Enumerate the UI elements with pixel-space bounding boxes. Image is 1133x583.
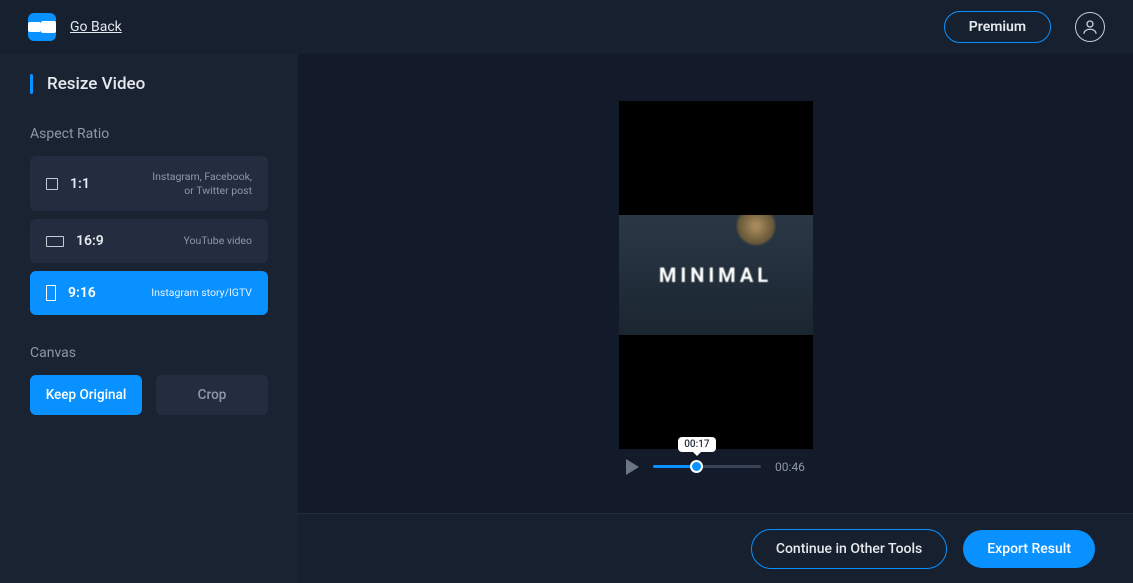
video-duration: 00:46: [775, 460, 805, 474]
video-content: MINIMAL: [619, 215, 813, 335]
main: Resize Video Aspect Ratio 1:1 Instagram,…: [0, 54, 1133, 583]
canvas-label: Canvas: [30, 345, 268, 361]
portrait-icon: [46, 285, 56, 301]
keep-original-button[interactable]: Keep Original: [30, 375, 142, 415]
ratio-desc: Instagram story/IGTV: [151, 286, 252, 300]
export-result-button[interactable]: Export Result: [963, 530, 1095, 568]
go-back-link[interactable]: Go Back: [70, 19, 122, 35]
topbar-right: Premium: [944, 11, 1105, 43]
slider-thumb[interactable]: [690, 460, 703, 473]
title-accent: [30, 74, 33, 94]
sidebar: Resize Video Aspect Ratio 1:1 Instagram,…: [0, 54, 298, 583]
ratio-label: 9:16: [68, 285, 96, 301]
app-logo-icon: [28, 13, 56, 41]
video-overlay-text: MINIMAL: [659, 263, 772, 287]
aspect-ratio-16-9[interactable]: 16:9 YouTube video: [30, 219, 268, 263]
premium-button[interactable]: Premium: [944, 11, 1051, 43]
square-icon: [46, 178, 58, 190]
continue-other-tools-button[interactable]: Continue in Other Tools: [751, 529, 947, 569]
video-stage: MINIMAL 00:17 00:46: [298, 54, 1133, 513]
page-title: Resize Video: [30, 74, 268, 94]
footer: Continue in Other Tools Export Result: [298, 513, 1133, 583]
ratio-desc: Instagram, Facebook, or Twitter post: [142, 170, 252, 197]
page-title-text: Resize Video: [47, 74, 145, 94]
topbar: Go Back Premium: [0, 0, 1133, 54]
widescreen-icon: [46, 236, 64, 247]
user-avatar-icon[interactable]: [1075, 12, 1105, 42]
video-frame: MINIMAL: [619, 101, 813, 449]
play-icon: [626, 459, 639, 475]
crop-button[interactable]: Crop: [156, 375, 268, 415]
video-controls: 00:17 00:46: [626, 449, 805, 493]
aspect-ratio-label: Aspect Ratio: [30, 126, 268, 142]
preview-area: MINIMAL 00:17 00:46: [298, 54, 1133, 583]
aspect-ratio-1-1[interactable]: 1:1 Instagram, Facebook, or Twitter post: [30, 156, 268, 211]
canvas-section: Canvas Keep Original Crop: [30, 345, 268, 415]
time-tooltip: 00:17: [678, 437, 715, 452]
ratio-desc: YouTube video: [183, 234, 252, 248]
play-button[interactable]: [626, 459, 639, 475]
topbar-left: Go Back: [28, 13, 122, 41]
progress-slider[interactable]: 00:17: [653, 465, 761, 468]
ratio-label: 1:1: [70, 176, 90, 192]
ratio-label: 16:9: [76, 233, 104, 249]
aspect-ratio-9-16[interactable]: 9:16 Instagram story/IGTV: [30, 271, 268, 315]
